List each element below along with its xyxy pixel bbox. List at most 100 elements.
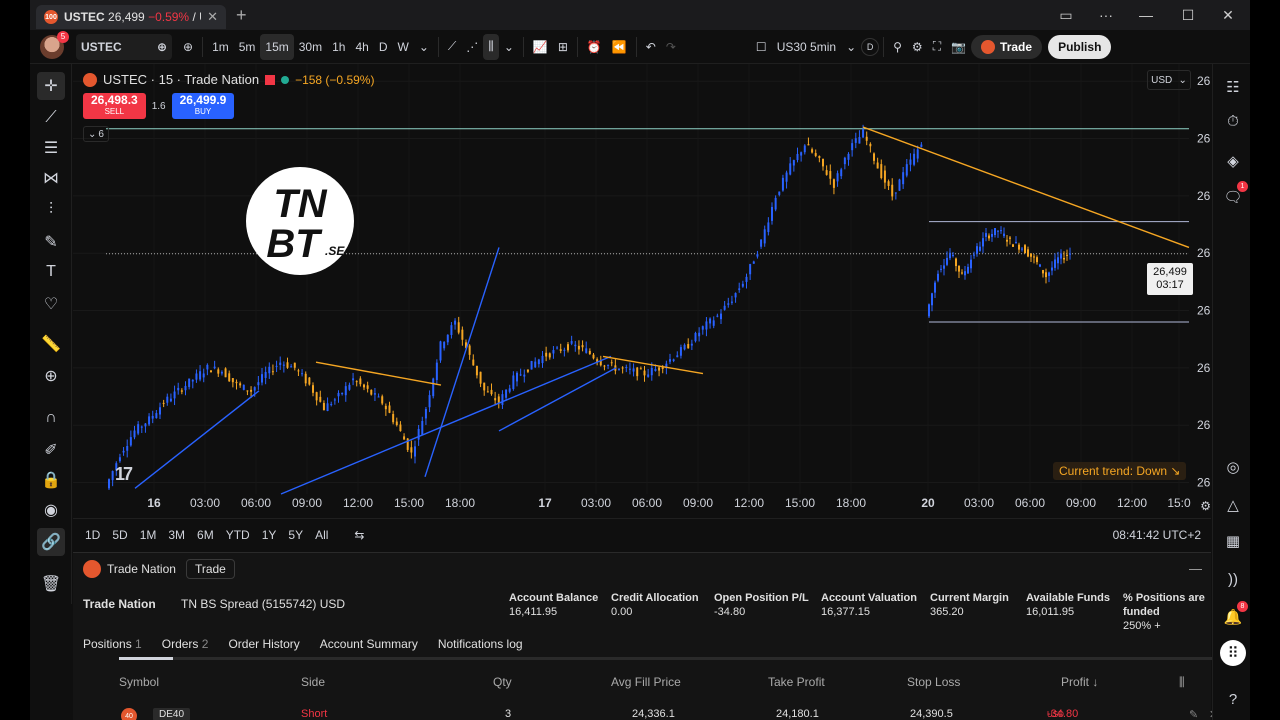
account-number[interactable]: TN BS Spread (5155742) USD <box>181 597 345 611</box>
trash-icon[interactable]: 🗑 <box>37 570 65 598</box>
pencil-lock-icon[interactable]: ✐ <box>37 436 65 464</box>
trade-button[interactable]: Trade <box>971 34 1043 59</box>
target-icon[interactable]: ◎ <box>1220 454 1246 480</box>
search-icon[interactable]: ⚲ <box>888 34 907 60</box>
horizontal-lines-icon[interactable]: ☰ <box>37 134 65 162</box>
magnet-icon[interactable]: ∩ <box>37 404 65 432</box>
position-take-profit[interactable]: 24,180.1 <box>776 708 819 720</box>
line-chart-icon[interactable]: ⟋ <box>443 34 461 60</box>
compare-symbol[interactable]: US30 5min <box>772 34 841 60</box>
chevron-down-icon[interactable]: ⌄ <box>841 34 861 60</box>
replay-icon[interactable]: ⏪ <box>607 34 632 60</box>
avatar[interactable]: 5 <box>40 30 69 59</box>
flag-icon[interactable] <box>265 74 276 85</box>
chevron-down-icon[interactable]: ⌄ <box>499 34 519 60</box>
add-watchlist-icon[interactable]: ⊕ <box>157 40 167 54</box>
tab-order-history[interactable]: Order History <box>228 637 299 651</box>
fib-icon[interactable]: ⫶ <box>37 196 65 224</box>
panel-trade-button[interactable]: Trade <box>185 559 235 579</box>
chat-icon[interactable]: 🗨 1 <box>1220 181 1248 210</box>
indicators-chart-icon[interactable]: 📈 <box>528 34 553 60</box>
interval-d[interactable]: D <box>374 34 393 60</box>
brush-icon[interactable]: ✎ <box>37 228 65 256</box>
sell-button[interactable]: 26,498.3 SELL <box>83 93 146 119</box>
layers-icon[interactable]: ◈ <box>1220 148 1246 174</box>
period-6m[interactable]: 6M <box>191 528 220 542</box>
period-all[interactable]: All <box>309 528 334 542</box>
alert-icon[interactable]: ⏰ <box>582 34 607 60</box>
lock-icon[interactable]: 🔒 <box>37 466 65 494</box>
position-stop-loss[interactable]: 24,390.5 <box>910 708 953 720</box>
camera-icon[interactable]: 📷 <box>946 34 971 60</box>
interval-1m[interactable]: 1m <box>207 34 234 60</box>
close-window-icon[interactable]: ✕ <box>1208 0 1248 30</box>
candles-icon[interactable]: ⫼ <box>483 33 499 60</box>
interval-30m[interactable]: 30m <box>294 34 327 60</box>
axis-settings-icon[interactable]: ⚙ <box>1200 499 1211 513</box>
gear-icon[interactable]: ⚙ <box>907 34 928 60</box>
period-5d[interactable]: 5D <box>106 528 133 542</box>
bell-icon[interactable]: 🔔 8 <box>1220 601 1248 630</box>
period-1y[interactable]: 1Y <box>256 528 283 542</box>
indicators-icon[interactable]: ⋰ <box>461 34 483 60</box>
compare-badge[interactable]: D <box>861 37 880 56</box>
apps-icon[interactable]: ⠿ <box>1220 640 1246 666</box>
chart-canvas[interactable]: 26,800 26,700 26,600 26,500 26,400 26,300 26,2… <box>73 64 1211 518</box>
layout-checkbox-icon[interactable]: ☐ <box>751 34 772 60</box>
trendline[interactable] <box>424 247 500 478</box>
account-name[interactable]: Trade Nation <box>83 597 156 611</box>
interval-w[interactable]: W <box>392 34 413 60</box>
trendline-icon[interactable]: ⟋ <box>37 104 65 132</box>
tab-positions[interactable]: Positions 1 <box>83 637 142 651</box>
period-1d[interactable]: 1D <box>79 528 106 542</box>
triangle-icon[interactable]: △ <box>1220 492 1246 518</box>
trend-indicator[interactable]: Current trend: Down ↘ <box>1053 462 1187 480</box>
new-tab-button[interactable]: + <box>236 5 247 26</box>
zoom-in-icon[interactable]: ⊕ <box>37 362 65 390</box>
minimize-icon[interactable]: — <box>1126 0 1166 30</box>
trendline[interactable] <box>602 355 704 375</box>
period-3m[interactable]: 3M <box>162 528 191 542</box>
eye-icon[interactable]: ◉ <box>37 496 65 524</box>
browser-tab[interactable]: 100 USTEC 26,499 −0.59% / US30 ✕ <box>36 5 226 29</box>
crosshair-icon[interactable]: ✛ <box>37 72 65 100</box>
interval-5m[interactable]: 5m <box>234 34 261 60</box>
symbol-search[interactable]: USTEC ⊕ <box>76 33 172 60</box>
more-icon[interactable]: ··· <box>1086 0 1126 30</box>
text-icon[interactable]: T <box>37 258 65 286</box>
redo-icon[interactable]: ↷ <box>661 34 681 60</box>
column-header[interactable]: Profit ↓ <box>1061 675 1098 689</box>
templates-icon[interactable]: ⊞ <box>553 34 573 60</box>
tradingview-logo[interactable]: 17 <box>115 464 133 485</box>
edit-icon[interactable]: ✎ <box>1189 708 1198 720</box>
heart-icon[interactable]: ♡ <box>37 290 65 318</box>
clock[interactable]: 08:41:42 UTC+2 <box>1113 528 1201 542</box>
price-chart[interactable]: 26,800 26,700 26,600 26,500 26,400 26,300 26,2… <box>73 64 1211 550</box>
date-range-icon[interactable]: ⇆ <box>348 528 370 542</box>
trendline[interactable] <box>315 361 442 386</box>
currency-select[interactable]: USD ⌄ <box>1147 70 1191 90</box>
trendline[interactable] <box>862 126 1190 249</box>
pattern-icon[interactable]: ⋈ <box>37 164 65 192</box>
tab-notifications-log[interactable]: Notifications log <box>438 637 523 651</box>
tab-account-summary[interactable]: Account Summary <box>320 637 418 651</box>
tab-orders[interactable]: Orders 2 <box>162 637 209 651</box>
period-1m[interactable]: 1M <box>134 528 163 542</box>
signal-icon[interactable]: )) <box>1220 566 1246 592</box>
ruler-icon[interactable]: 📏 <box>37 330 65 358</box>
help-icon[interactable]: ? <box>1220 686 1246 712</box>
interval-15m[interactable]: 15m <box>260 33 294 60</box>
compare-icon[interactable]: ⊕ <box>178 34 198 60</box>
link-icon[interactable]: 🔗 <box>37 528 65 556</box>
chevron-down-icon[interactable]: ⌄ <box>414 34 434 60</box>
columns-icon[interactable]: ⫼ <box>1179 675 1185 690</box>
alerts-clock-icon[interactable]: ⏱ <box>1220 108 1246 134</box>
table-row[interactable]: 40 DE40 Short 3 24,336.1 24,180.1 24,390… <box>73 708 1218 720</box>
calendar-icon[interactable]: ▦ <box>1220 528 1246 554</box>
interval-1h[interactable]: 1h <box>327 34 350 60</box>
buy-button[interactable]: 26,499.9 BUY <box>171 93 235 119</box>
indicators-collapse-button[interactable]: ⌄ 6 <box>83 126 109 142</box>
period-5y[interactable]: 5Y <box>282 528 309 542</box>
fullscreen-icon[interactable]: ⛶ <box>928 34 946 60</box>
minimize-panel-icon[interactable]: — <box>1189 561 1202 576</box>
